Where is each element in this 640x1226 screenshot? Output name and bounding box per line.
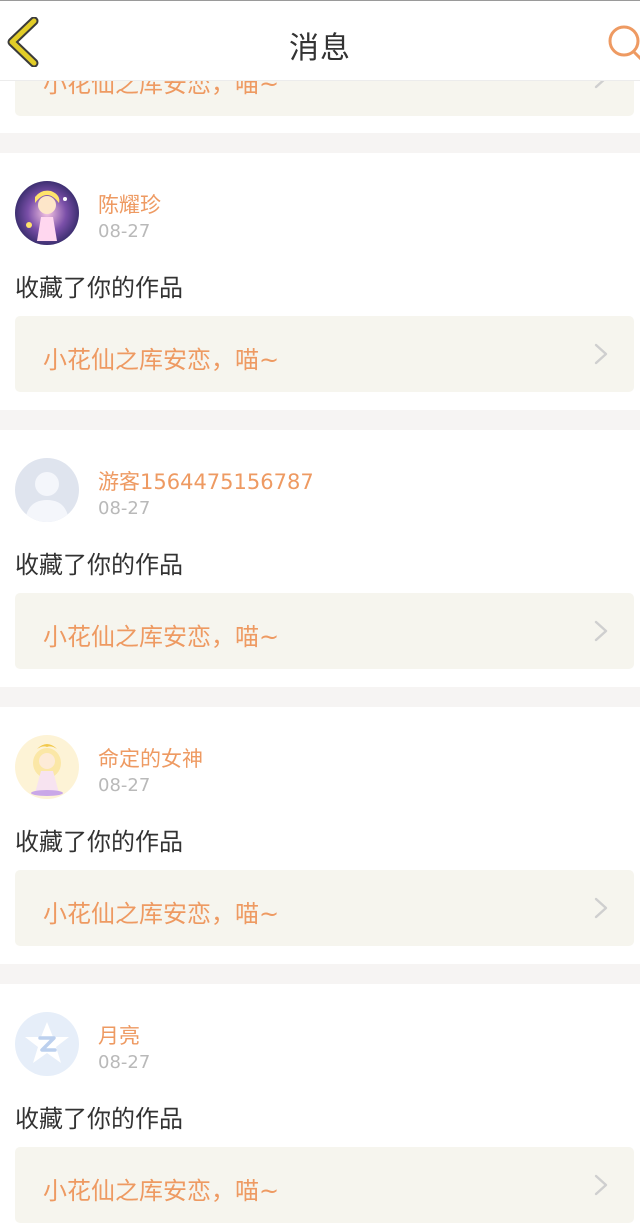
username[interactable]: 命定的女神 [98, 743, 203, 773]
search-icon[interactable] [600, 19, 640, 65]
action-text: 收藏了你的作品 [15, 551, 183, 579]
message-date: 08-27 [98, 1052, 151, 1073]
avatar[interactable] [15, 181, 79, 245]
message-feed[interactable]: 小花仙之库安恋，喵~ 陈耀珍 08-27 收藏了你的作品 小花仙之库安恋，喵~ … [0, 0, 640, 1226]
work-title: 小花仙之库安恋，喵~ [43, 1177, 280, 1205]
message-date: 08-27 [98, 775, 151, 796]
message-date: 08-27 [98, 498, 151, 519]
work-title: 小花仙之库安恋，喵~ [43, 900, 280, 928]
page-title: 消息 [289, 31, 351, 66]
work-link[interactable]: 小花仙之库安恋，喵~ [15, 316, 634, 392]
username[interactable]: 游客1564475156787 [98, 466, 314, 496]
username[interactable]: 陈耀珍 [98, 189, 161, 219]
work-link[interactable]: 小花仙之库安恋，喵~ [15, 1147, 634, 1223]
work-link[interactable]: 小花仙之库安恋，喵~ [15, 593, 634, 669]
action-text: 收藏了你的作品 [15, 828, 183, 856]
message-card: 陈耀珍 08-27 收藏了你的作品 小花仙之库安恋，喵~ [0, 153, 640, 410]
avatar[interactable] [15, 458, 79, 522]
action-text: 收藏了你的作品 [15, 1105, 183, 1133]
work-link[interactable]: 小花仙之库安恋，喵~ [15, 870, 634, 946]
avatar[interactable] [15, 735, 79, 799]
work-title: 小花仙之库安恋，喵~ [43, 346, 280, 374]
chevron-right-icon [594, 620, 608, 642]
work-title: 小花仙之库安恋，喵~ [43, 623, 280, 651]
top-navigation-bar: 消息 [0, 0, 640, 81]
message-card: 游客1564475156787 08-27 收藏了你的作品 小花仙之库安恋，喵~ [0, 430, 640, 687]
username[interactable]: 月亮 [98, 1020, 140, 1050]
message-card: 命定的女神 08-27 收藏了你的作品 小花仙之库安恋，喵~ [0, 707, 640, 964]
chevron-right-icon [594, 1174, 608, 1196]
avatar[interactable] [15, 1012, 79, 1076]
message-date: 08-27 [98, 221, 151, 242]
message-card: 月亮 08-27 收藏了你的作品 小花仙之库安恋，喵~ [0, 984, 640, 1226]
chevron-right-icon [594, 897, 608, 919]
action-text: 收藏了你的作品 [15, 274, 183, 302]
chevron-right-icon [594, 343, 608, 365]
